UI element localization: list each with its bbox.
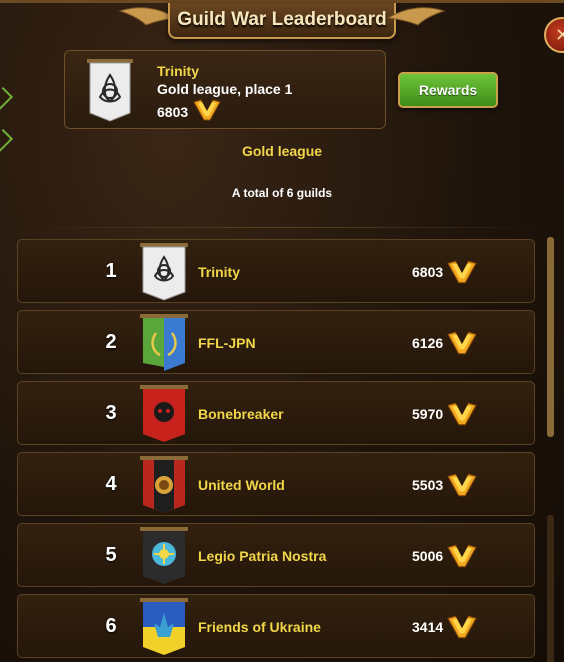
- leaderboard-row[interactable]: 5 Legio Patria Nostra 5006: [17, 523, 535, 587]
- guild-rank: 2: [105, 331, 117, 353]
- total-guilds-label: A total of 6 guilds: [231, 186, 333, 200]
- my-guild-score: 6803: [157, 104, 189, 120]
- title-plate: Guild War Leaderboard: [168, 3, 396, 39]
- guild-name: Friends of Ukraine: [198, 619, 321, 635]
- league-label: Gold league: [241, 143, 323, 159]
- title-banner: Guild War Leaderboard: [118, 3, 446, 41]
- guild-name: United World: [198, 477, 285, 493]
- leaderboard-row[interactable]: 2 FFL-JPN 6126: [17, 310, 535, 374]
- rewards-button[interactable]: Rewards: [398, 72, 498, 108]
- guild-score: 6126: [412, 335, 444, 351]
- my-guild-name: Trinity: [157, 63, 200, 79]
- leaderboard-row[interactable]: 4 United World 5503: [17, 452, 535, 516]
- guild-rank: 1: [105, 260, 117, 282]
- guild-banner-icon: [140, 243, 188, 301]
- guild-banner-icon: [87, 59, 133, 122]
- guild-banner-icon: [140, 456, 188, 513]
- close-button[interactable]: ✕: [544, 17, 564, 53]
- guild-name: FFL-JPN: [198, 335, 256, 351]
- close-icon: ✕: [555, 24, 564, 45]
- scrollbar-track[interactable]: [547, 515, 554, 662]
- divider: [18, 227, 542, 228]
- right-wing-ornament: [386, 7, 446, 26]
- war-points-icon: [447, 615, 477, 639]
- guild-score: 5006: [412, 548, 444, 564]
- war-points-icon: [447, 331, 477, 355]
- guild-banner-icon: [140, 385, 188, 442]
- page-title: Guild War Leaderboard: [177, 9, 387, 30]
- guild-banner-icon: [140, 314, 188, 371]
- war-points-icon: [447, 260, 477, 284]
- guild-name: Legio Patria Nostra: [198, 548, 327, 564]
- leaderboard-row[interactable]: 1 Trinity 6803: [17, 239, 535, 303]
- war-points-icon: [193, 99, 221, 121]
- guild-name: Trinity: [198, 264, 241, 280]
- guild-banner-icon: [140, 598, 188, 655]
- leaderboard-list[interactable]: 1 Trinity 6803 2 FFL-JPN 6126 3 Bonebrea…: [17, 239, 535, 662]
- guild-score: 6803: [412, 264, 444, 280]
- guild-rank: 4: [105, 473, 117, 495]
- leaderboard-row[interactable]: 6 Friends of Ukraine 3414: [17, 594, 535, 658]
- side-tab-arrow-icon[interactable]: [0, 86, 14, 112]
- my-guild-league-place: Gold league, place 1: [157, 81, 293, 97]
- guild-score: 5503: [412, 477, 444, 493]
- war-points-icon: [447, 402, 477, 426]
- war-points-icon: [447, 544, 477, 568]
- war-points-icon: [447, 473, 477, 497]
- guild-score: 3414: [412, 619, 444, 635]
- leaderboard-window: Guild War Leaderboard ✕ Trinity Gold lea…: [0, 0, 564, 662]
- guild-rank: 3: [105, 402, 117, 424]
- guild-rank: 5: [105, 544, 117, 566]
- leaderboard-row[interactable]: 3 Bonebreaker 5970: [17, 381, 535, 445]
- my-guild-card: Trinity Gold league, place 1 6803: [64, 50, 386, 129]
- guild-score: 5970: [412, 406, 444, 422]
- guild-name: Bonebreaker: [198, 406, 284, 422]
- guild-banner-icon: [140, 527, 188, 584]
- scrollbar[interactable]: [547, 237, 554, 437]
- guild-rank: 6: [105, 615, 117, 637]
